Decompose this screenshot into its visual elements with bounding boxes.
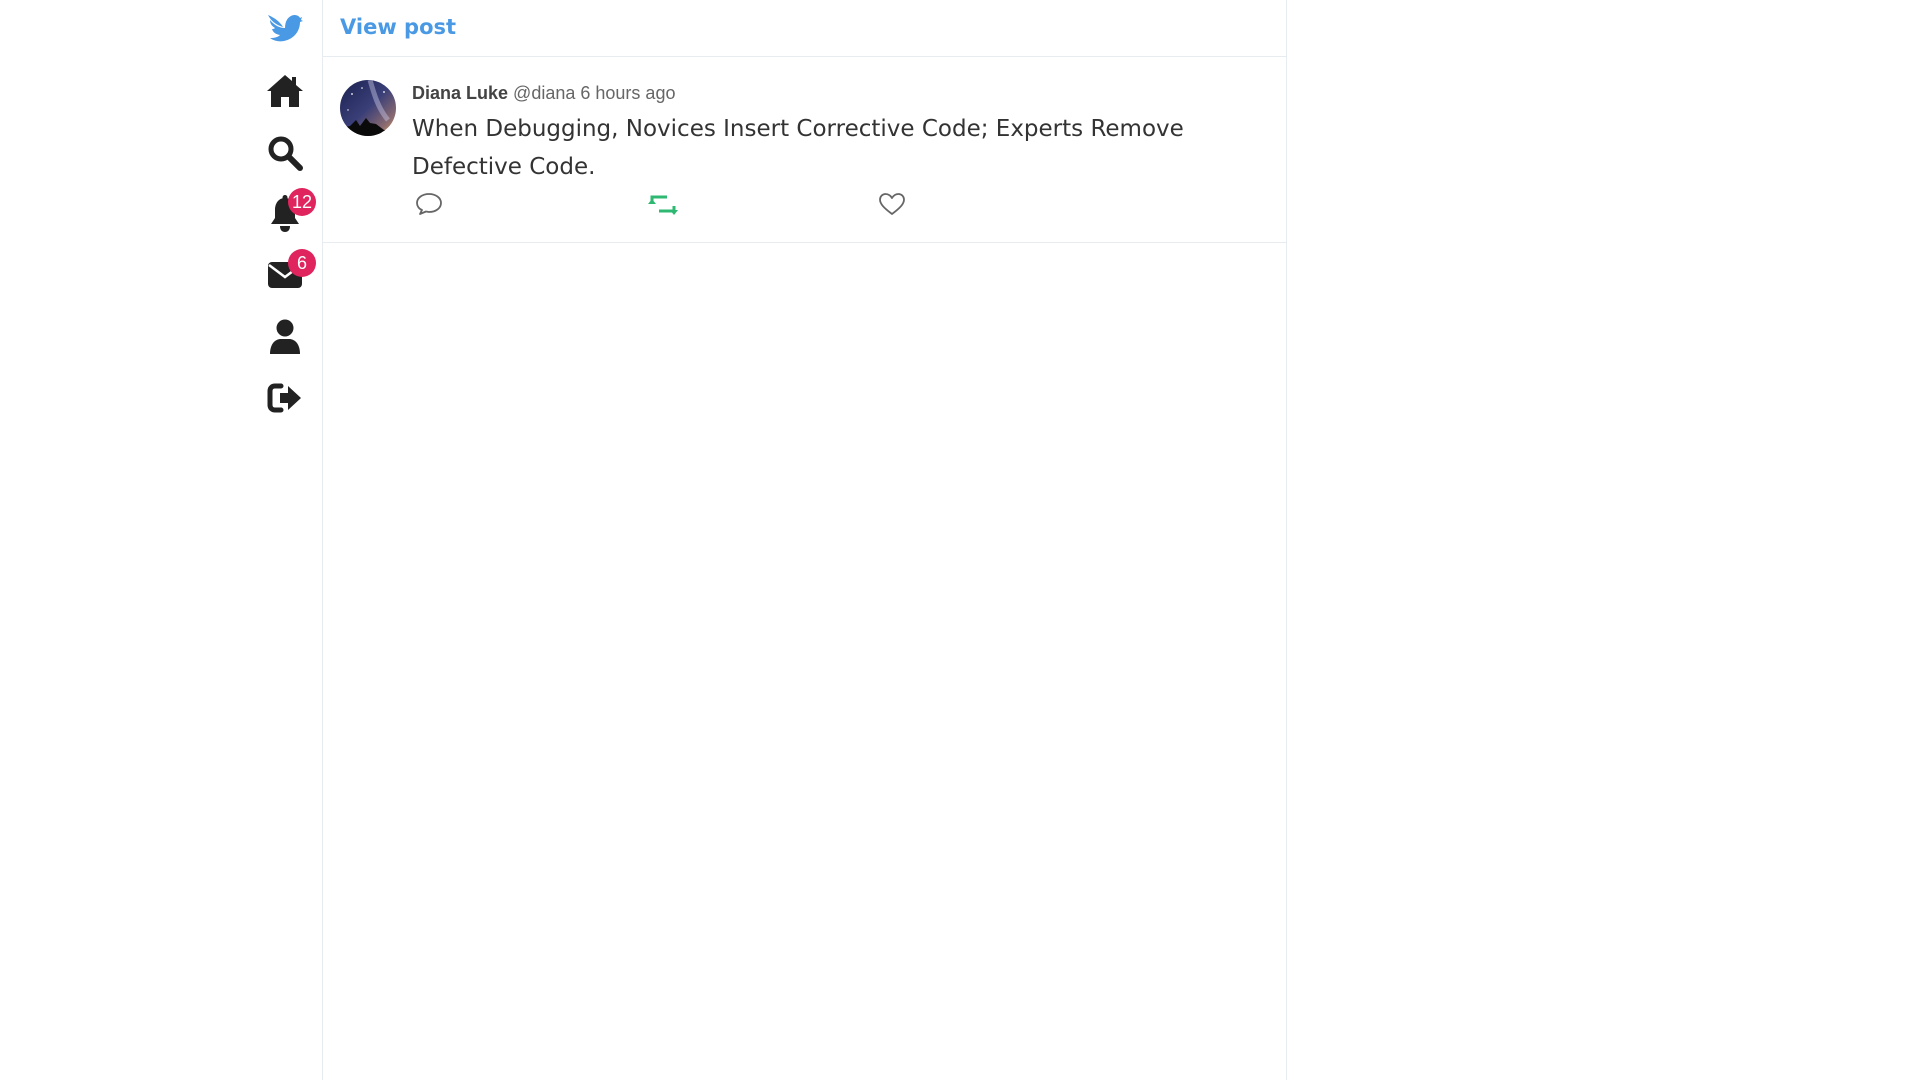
user-icon: [269, 319, 301, 355]
sidebar-item-messages[interactable]: 6: [257, 249, 316, 298]
like-button[interactable]: [878, 191, 906, 221]
sidebar-item-logout[interactable]: [257, 375, 313, 421]
avatar[interactable]: [340, 80, 396, 136]
post-actions: [415, 249, 1135, 279]
repost-button[interactable]: [647, 191, 679, 221]
retweet-icon: [647, 192, 679, 221]
post-body: Diana Luke @diana 6 hours ago When Debug…: [412, 82, 1272, 186]
post-time: 6 hours ago: [580, 83, 676, 103]
logo-link[interactable]: [257, 6, 313, 52]
page-title: View post: [340, 15, 457, 39]
sidebar-item-home[interactable]: [257, 68, 313, 114]
sidebar-item-search[interactable]: [257, 130, 313, 176]
post-action-bar: [415, 191, 1135, 221]
page-header: View post: [323, 0, 1286, 57]
post-meta: Diana Luke @diana 6 hours ago: [412, 82, 1272, 104]
search-icon: [267, 135, 303, 171]
author-name[interactable]: Diana Luke: [412, 83, 508, 103]
post-text: When Debugging, Novices Insert Correctiv…: [412, 116, 1184, 180]
main-column: View post Diana Luke @diana 6 hours ago …: [322, 0, 1287, 1080]
bird-icon: [267, 11, 303, 47]
reply-button[interactable]: [415, 191, 443, 221]
messages-badge: 6: [288, 249, 316, 277]
sign-out-icon: [267, 382, 303, 414]
sidebar-nav: 12 6: [248, 0, 322, 1080]
home-icon: [266, 74, 304, 108]
notifications-badge: 12: [288, 188, 316, 216]
author-handle[interactable]: @diana: [513, 83, 575, 103]
sidebar-item-notifications[interactable]: 12: [257, 188, 316, 237]
comment-icon: [415, 192, 443, 221]
sidebar-item-profile[interactable]: [257, 314, 313, 360]
heart-icon: [878, 192, 906, 221]
